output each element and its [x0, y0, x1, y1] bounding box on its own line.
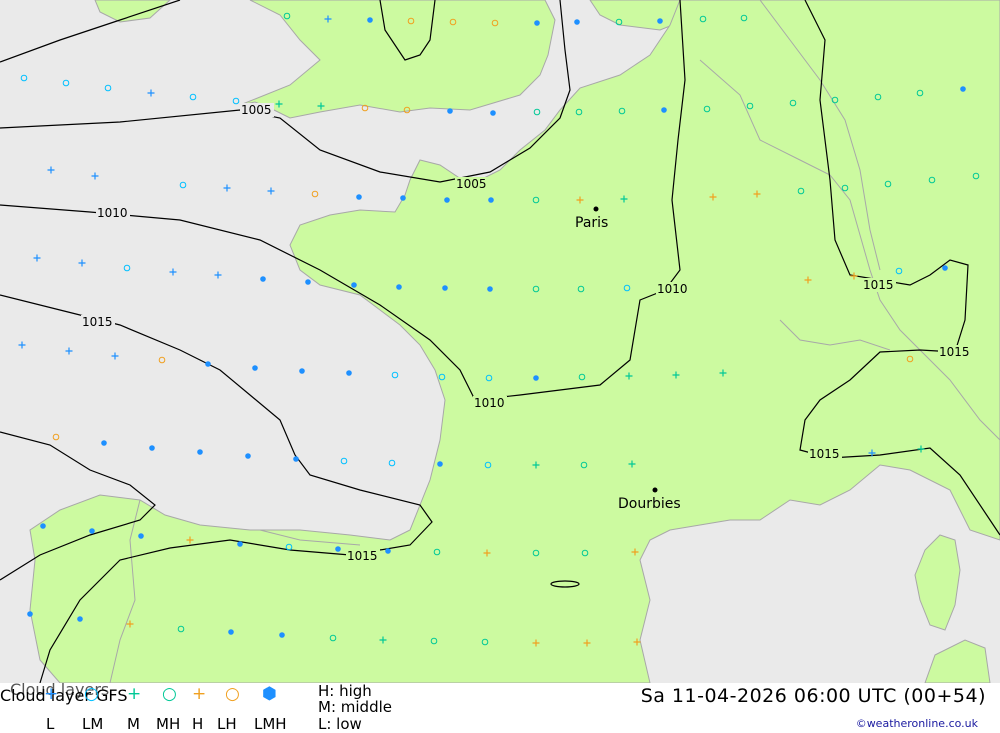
cloud-marker-lmh	[252, 365, 258, 371]
cloud-marker-lmh	[335, 546, 341, 552]
symbol-mh-icon: ○	[162, 684, 177, 704]
cloud-marker-lmh	[942, 265, 948, 271]
cloud-marker-lmh	[27, 611, 33, 617]
cloud-marker-lmh	[534, 20, 540, 26]
symbol-lmh-icon: ⬢	[262, 684, 277, 704]
isobar-label: 1010	[657, 282, 688, 296]
cloud-marker-lmh	[228, 629, 234, 635]
symbol-lm-icon: ○	[84, 684, 99, 704]
cloud-marker-lmh	[444, 197, 450, 203]
cloud-marker-lmh	[490, 110, 496, 116]
cloud-marker-lmh	[346, 370, 352, 376]
forecast-datetime: Sa 11-04-2026 06:00 UTC (00+54)	[640, 685, 986, 707]
legend-bar: Cloud layers Cloud layer GFS + ○ + ○ + ○…	[0, 680, 1000, 733]
weather-map: 1005 1005 1010 1010 1010 1015 1015 1015 …	[0, 0, 1000, 683]
isobar-label: 1015	[863, 278, 894, 292]
symbol-m-icon: +	[127, 684, 142, 704]
cloud-marker-lmh	[237, 541, 243, 547]
isobar-label: 1015	[82, 315, 113, 329]
city-label-dourbies: Dourbies	[618, 496, 681, 512]
cloud-marker-lmh	[299, 368, 305, 374]
city-label-paris: Paris	[575, 215, 608, 231]
cloud-marker-lmh	[197, 449, 203, 455]
isobar-label: 1010	[97, 206, 128, 220]
isobar-label: 1005	[456, 177, 487, 191]
symbol-code: MH	[156, 715, 181, 733]
credit-link[interactable]: ©weatheronline.co.uk	[856, 717, 978, 730]
cloud-marker-lmh	[356, 194, 362, 200]
cloud-marker-lmh	[205, 361, 211, 367]
isobar-label: 1015	[347, 549, 378, 563]
symbol-code: L	[46, 715, 55, 733]
cloud-marker-lmh	[260, 276, 266, 282]
cloud-marker-lmh	[245, 453, 251, 459]
symbol-code: LH	[217, 715, 237, 733]
cloud-marker-lmh	[442, 285, 448, 291]
isobar-label: 1005	[241, 103, 272, 117]
cloud-marker-lmh	[574, 19, 580, 25]
cloud-marker-lmh	[138, 533, 144, 539]
symbol-code: H	[192, 715, 204, 733]
isobar-label: 1015	[939, 345, 970, 359]
symbol-l-icon: +	[44, 684, 59, 704]
cloud-marker-lmh	[488, 197, 494, 203]
cloud-marker-lmh	[533, 375, 539, 381]
cloud-marker-lmh	[661, 107, 667, 113]
cloud-marker-lmh	[89, 528, 95, 534]
city-dot-dourbies	[652, 487, 658, 493]
cloud-marker-lmh	[396, 284, 402, 290]
key-middle: M: middle	[318, 698, 392, 716]
legend-subtitle: Cloud layer GFS	[0, 686, 128, 705]
cloud-marker-lmh	[400, 195, 406, 201]
cloud-marker-lmh	[385, 548, 391, 554]
cloud-marker-lmh	[101, 440, 107, 446]
cloud-marker-lmh	[487, 286, 493, 292]
cloud-marker-lmh	[657, 18, 663, 24]
cloud-marker-lmh	[351, 282, 357, 288]
cloud-marker-lmh	[437, 461, 443, 467]
cloud-marker-lmh	[40, 523, 46, 529]
symbol-code: LM	[82, 715, 104, 733]
cloud-marker-lmh	[367, 17, 373, 23]
cloud-marker-lmh	[279, 632, 285, 638]
city-dot-paris	[593, 206, 599, 212]
cloud-marker-lmh	[960, 86, 966, 92]
symbol-h-icon: +	[192, 684, 207, 704]
symbol-code: LMH	[254, 715, 287, 733]
isobar-label: 1010	[474, 396, 505, 410]
cloud-marker-lmh	[77, 616, 83, 622]
isobar-label: 1015	[809, 447, 840, 461]
cloud-marker-lmh	[149, 445, 155, 451]
cloud-marker-lmh	[305, 279, 311, 285]
cloud-marker-lmh	[447, 108, 453, 114]
cloud-marker-lmh	[293, 456, 299, 462]
symbol-code: M	[127, 715, 140, 733]
key-low: L: low	[318, 715, 362, 733]
symbol-lh-icon: ○	[225, 684, 240, 704]
